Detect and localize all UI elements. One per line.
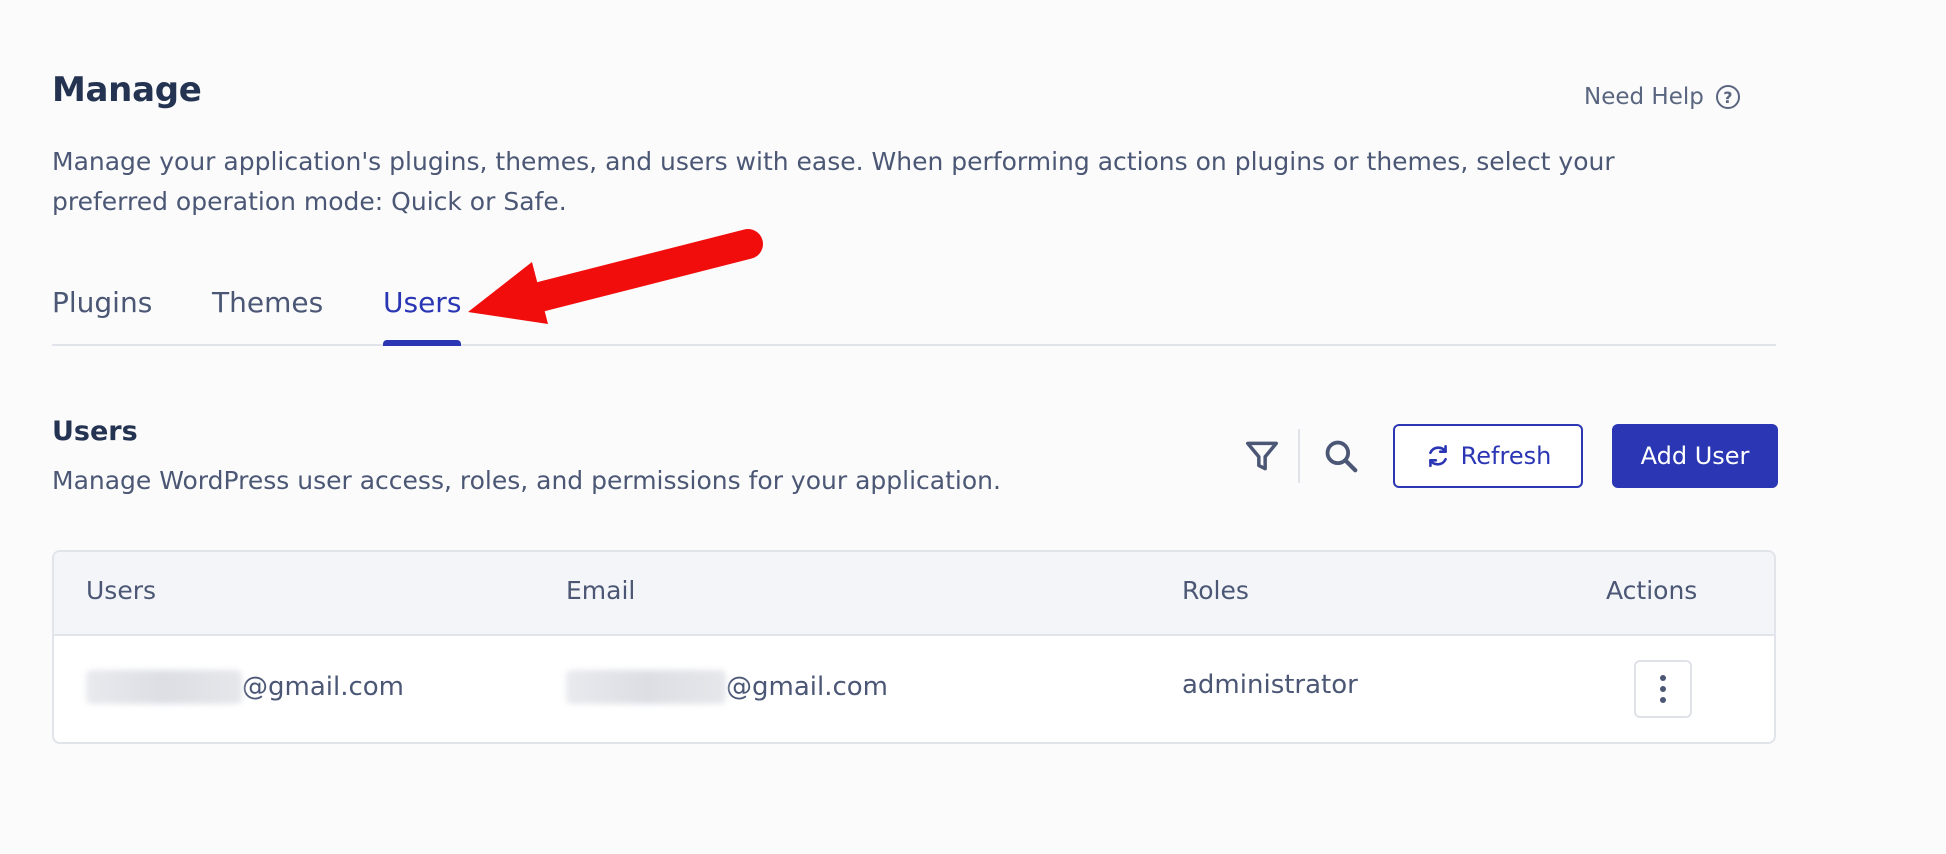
redacted-username	[86, 670, 242, 704]
search-icon	[1325, 440, 1358, 473]
filter-icon	[1246, 441, 1278, 471]
email-cell: @gmail.com	[566, 670, 888, 704]
manage-page: Manage Need Help ? Manage your applicati…	[0, 0, 1946, 854]
column-header-email: Email	[566, 576, 636, 605]
email-value: @gmail.com	[726, 672, 889, 702]
refresh-icon	[1428, 444, 1447, 468]
tab-bar: Plugins Themes Users	[52, 286, 1776, 346]
row-actions-button[interactable]	[1634, 660, 1692, 718]
kebab-dot-icon	[1660, 686, 1666, 692]
filter-button[interactable]	[1236, 430, 1288, 482]
tab-themes[interactable]: Themes	[212, 286, 323, 344]
tab-users[interactable]: Users	[383, 286, 462, 346]
column-header-users: Users	[86, 576, 157, 605]
role-cell: administrator	[1182, 670, 1358, 700]
kebab-dot-icon	[1660, 675, 1666, 681]
column-header-actions: Actions	[1606, 576, 1698, 605]
redacted-email	[566, 670, 726, 704]
table-row: @gmail.com @gmail.com administrator	[54, 636, 1774, 742]
kebab-dot-icon	[1660, 697, 1666, 703]
need-help-label: Need Help	[1584, 84, 1704, 110]
table-header: Users Email Roles Actions	[54, 552, 1774, 636]
toolbar-divider	[1298, 429, 1300, 483]
section-description: Manage WordPress user access, roles, and…	[52, 466, 1001, 495]
user-value: @gmail.com	[242, 672, 405, 702]
page-title: Manage	[52, 70, 202, 110]
add-user-button[interactable]: Add User	[1612, 424, 1778, 488]
refresh-label: Refresh	[1460, 442, 1552, 470]
users-table: Users Email Roles Actions @gmail.com @gm…	[52, 550, 1776, 744]
page-description: Manage your application's plugins, theme…	[52, 147, 1615, 216]
section-title: Users	[52, 416, 138, 447]
annotation-arrow-icon	[468, 229, 763, 324]
question-circle-icon: ?	[1715, 85, 1740, 109]
search-button[interactable]	[1315, 430, 1367, 482]
users-toolbar: Refresh Add User	[1236, 424, 1778, 488]
column-header-roles: Roles	[1182, 576, 1249, 605]
tab-plugins[interactable]: Plugins	[52, 286, 152, 344]
user-cell: @gmail.com	[86, 670, 404, 704]
refresh-button[interactable]: Refresh	[1393, 424, 1583, 488]
need-help-link[interactable]: Need Help ?	[1584, 84, 1740, 110]
